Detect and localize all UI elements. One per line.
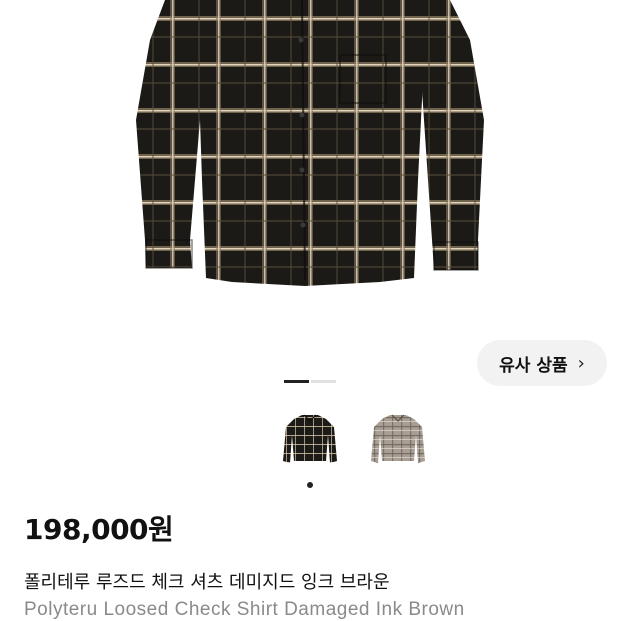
shirt-body [198,0,424,286]
product-price: 198,000원 [24,513,174,546]
similar-products-button[interactable]: 유사 상품 › [477,340,607,386]
product-name-korean: 폴리테루 루즈드 체크 셔츠 데미지드 잉크 브라운 [24,572,390,593]
pager-indicator [311,380,336,383]
shirt-photo [136,0,484,286]
color-thumbnails [280,405,428,473]
product-hero-image[interactable] [0,0,620,330]
selected-thumbnail-indicator [307,482,313,488]
thumbnail-dark-check-shirt[interactable] [280,405,340,473]
similar-products-label: 유사 상품 [499,355,568,376]
chevron-right-icon: › [577,352,585,374]
dark-shirt-thumbnail-image [283,414,337,463]
product-name-english: Polyteru Loosed Check Shirt Damaged Ink … [24,599,465,620]
pager-indicator-active [284,380,309,383]
image-pager [284,380,336,383]
thumbnail-light-check-shirt[interactable] [368,405,428,473]
light-shirt-thumbnail-image [371,414,425,463]
